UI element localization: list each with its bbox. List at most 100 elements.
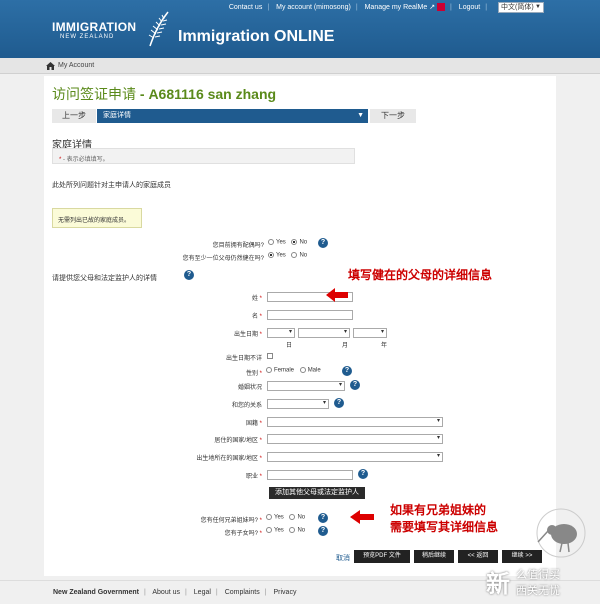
logout-link[interactable]: Logout — [459, 4, 480, 11]
footer-privacy-link[interactable]: Privacy — [274, 589, 297, 596]
help-icon[interactable]: ? — [350, 380, 360, 390]
siblings-no-label: No — [297, 514, 306, 521]
occupation-input[interactable] — [267, 470, 353, 480]
given-name-label-text: 名 — [251, 314, 258, 320]
watermark-glyph: 新 — [486, 571, 510, 598]
language-value: 中文(简体) — [501, 4, 534, 11]
nationality-select[interactable]: ▾ — [267, 417, 443, 427]
nationality-label-text: 国籍 — [245, 421, 258, 427]
intro-text: 此处所列问题针对主申请人的家庭成员 — [52, 182, 171, 189]
step-navigation: 上一步 家庭详情 ▼ 下一步 — [52, 109, 452, 123]
save-continue-later-button[interactable]: 稍后继续 — [414, 550, 454, 563]
parent-alive-question: 您有至少一位父母仍然健在吗? — [182, 256, 264, 262]
dob-label-text: 出生日期 — [233, 332, 258, 338]
page-title-text: 访问签证申请 — [52, 86, 136, 102]
dob-year-select[interactable]: ▾ — [353, 328, 387, 338]
help-icon[interactable]: ? — [184, 270, 194, 280]
language-select[interactable]: 中文(简体) ▼ — [498, 2, 544, 13]
occupation-label: 职业 * — [194, 471, 262, 480]
partner-no-radio[interactable] — [291, 239, 298, 245]
help-icon[interactable]: ? — [318, 526, 328, 536]
given-name-label: 名 * — [194, 311, 262, 320]
footer-legal-link[interactable]: Legal — [194, 589, 211, 596]
app-title: Immigration ONLINE — [178, 28, 335, 45]
children-question: 您有子女吗? * — [154, 528, 262, 537]
residence-select[interactable]: ▾ — [267, 434, 443, 444]
page-title: 访问签证申请 - A681116 san zhang — [52, 84, 276, 104]
dob-unknown-checkbox[interactable] — [267, 353, 273, 359]
home-icon[interactable] — [46, 62, 55, 70]
gender-label-text: 性别 — [245, 371, 258, 377]
my-account-link[interactable]: My account (mimosong) — [276, 4, 351, 11]
nz-government-logo[interactable]: New Zealand Government — [53, 589, 139, 596]
next-step-button[interactable]: 下一步 — [370, 109, 416, 123]
dob-day-select[interactable]: ▾ — [267, 328, 295, 338]
gender-female-radio[interactable] — [266, 367, 272, 373]
help-icon[interactable]: ? — [318, 513, 328, 523]
relationship-select[interactable]: ▾ — [267, 399, 329, 409]
marital-label: 婚姻状况 — [237, 385, 262, 391]
chevron-down-icon: ▼ — [535, 4, 541, 10]
gender-male-label: Male — [307, 367, 321, 374]
dob-year-caption: 年 — [381, 343, 388, 349]
kiwi-icon — [536, 508, 586, 558]
dob-unknown-label: 出生日期不详 — [225, 356, 262, 362]
annotation-siblings-line2: 需要填写其详细信息 — [390, 520, 499, 534]
breadcrumb: My Account — [0, 58, 600, 74]
help-icon[interactable]: ? — [358, 469, 368, 479]
siblings-question: 您有任何兄弟姐妹吗? * — [154, 515, 262, 524]
help-icon[interactable]: ? — [342, 366, 352, 376]
prev-step-button[interactable]: 上一步 — [52, 109, 96, 123]
gender-male-radio[interactable] — [299, 367, 306, 373]
cancel-link[interactable]: 取消 — [336, 553, 350, 563]
deceased-note: 无需列出已故的家庭成员。 — [52, 208, 142, 228]
required-star: * — [259, 474, 262, 480]
immigration-nz-logo[interactable]: IMMIGRATION NEW ZEALAND — [52, 20, 136, 40]
brand-main: IMMIGRATION — [52, 20, 137, 34]
gender-options: Female Male — [262, 367, 321, 374]
red-arrow-icon — [326, 288, 348, 302]
birth-country-label-text: 出生地所在的国家/地区 — [196, 456, 258, 462]
chevron-down-icon: ▾ — [436, 435, 440, 441]
step-select[interactable]: 家庭详情 ▼ — [97, 109, 368, 123]
partner-yes-radio[interactable] — [268, 239, 274, 245]
footer-about-link[interactable]: About us — [152, 589, 180, 596]
parent-alive-yes-radio[interactable] — [268, 252, 274, 258]
marital-select[interactable]: ▾ — [267, 381, 345, 391]
help-icon[interactable]: ? — [318, 238, 328, 248]
siblings-yes-radio[interactable] — [266, 514, 272, 520]
preview-pdf-button[interactable]: 预览PDF 文件 — [354, 550, 410, 563]
dob-month-select[interactable]: ▾ — [298, 328, 350, 338]
parent-alive-options: Yes No — [264, 252, 307, 259]
siblings-yes-label: Yes — [274, 514, 284, 521]
required-star: * — [259, 456, 262, 462]
breadcrumb-my-account[interactable]: My Account — [58, 62, 94, 69]
parent-alive-no-radio[interactable] — [291, 252, 298, 258]
surname-label: 姓 * — [194, 293, 262, 302]
siblings-no-radio[interactable] — [289, 514, 296, 520]
help-icon[interactable]: ? — [334, 398, 344, 408]
required-star: * — [259, 296, 262, 302]
required-star: * — [259, 421, 262, 427]
contact-us-link[interactable]: Contact us — [229, 4, 262, 11]
children-question-text: 您有子女吗? — [224, 531, 258, 537]
parent-alive-yes-label: Yes — [276, 252, 286, 259]
chevron-down-icon: ▾ — [380, 329, 384, 335]
fern-icon — [148, 11, 169, 47]
manage-realme-link[interactable]: Manage my RealMe — [365, 4, 428, 11]
relationship-label: 和您的关系 — [231, 403, 262, 409]
residence-label: 居住的国家/地区 * — [174, 435, 262, 444]
required-note: * - 表示必填填写。 — [52, 148, 355, 164]
add-parent-button[interactable]: 添加其他父母或法定监护人 — [269, 487, 365, 499]
parent-details-prompt: 请提供您父母和法定监护人的详情 — [52, 275, 157, 282]
children-no-radio[interactable] — [289, 527, 296, 533]
chevron-down-icon: ▾ — [338, 382, 342, 388]
occupation-label-text: 职业 — [245, 474, 258, 480]
footer-complaints-link[interactable]: Complaints — [225, 589, 260, 596]
given-name-input[interactable] — [267, 310, 353, 320]
birth-country-label: 出生地所在的国家/地区 * — [154, 453, 262, 462]
children-yes-radio[interactable] — [266, 527, 272, 533]
birth-country-select[interactable]: ▾ — [267, 452, 443, 462]
chevron-down-icon: ▾ — [343, 329, 347, 335]
siblings-question-text: 您有任何兄弟姐妹吗? — [200, 518, 258, 524]
